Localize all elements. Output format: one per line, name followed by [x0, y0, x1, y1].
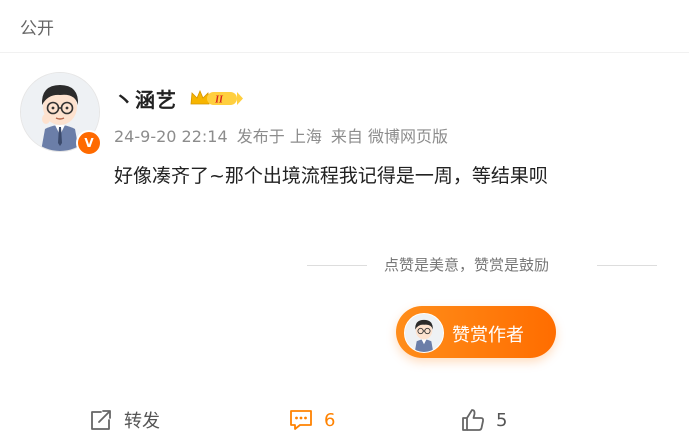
- verified-badge: V: [76, 130, 102, 156]
- repost-label: 转发: [124, 411, 160, 432]
- share-icon: [91, 410, 111, 430]
- repost-button[interactable]: 转发: [88, 406, 160, 434]
- author-avatar-container[interactable]: V: [20, 72, 104, 156]
- comment-button[interactable]: 6: [288, 406, 335, 434]
- reward-avatar-illustration: [405, 314, 443, 352]
- reward-author-button[interactable]: 赞赏作者: [396, 306, 556, 358]
- visibility-label: 公开: [20, 19, 54, 39]
- divider-right: [597, 265, 657, 266]
- post-content: 好像凑齐了~那个出境流程我记得是一周，等结果呗: [114, 165, 548, 187]
- header-bar: 公开: [0, 0, 689, 53]
- action-bar: 转发 6 5: [0, 392, 689, 447]
- vip-badge[interactable]: II: [189, 88, 245, 108]
- post-meta: 24-9-20 22:14 发布于 上海 来自 微博网页版: [114, 123, 452, 147]
- reward-button-label: 赞赏作者: [452, 325, 524, 346]
- comment-icon: [290, 410, 312, 430]
- post-date[interactable]: 24-9-20 22:14: [114, 127, 228, 146]
- post-source: 来自 微博网页版: [330, 127, 449, 146]
- author-name[interactable]: 丶涵艺: [114, 84, 177, 113]
- post-card: 公开 V 丶涵艺 II 24-9-20 22:14 发布于 上海 来自 微博网页…: [0, 0, 689, 447]
- svg-text:II: II: [214, 95, 224, 106]
- like-button[interactable]: 5: [460, 406, 507, 434]
- reward-caption: 点赞是美意，赞赏是鼓励: [378, 254, 556, 275]
- divider-left: [307, 265, 367, 266]
- like-count: 5: [496, 409, 508, 431]
- comment-count: 6: [324, 409, 336, 431]
- reward-avatar: [404, 313, 444, 353]
- post-location: 发布于 上海: [236, 127, 322, 146]
- thumbs-up-icon: [462, 409, 484, 431]
- crown-icon: II: [190, 89, 243, 106]
